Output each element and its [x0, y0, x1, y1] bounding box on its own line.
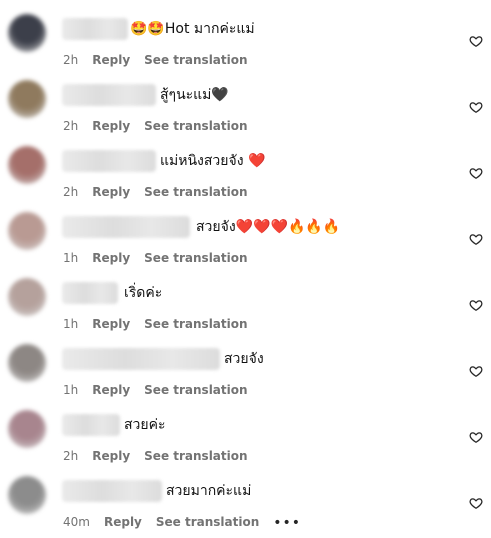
avatar[interactable] [8, 476, 46, 514]
comment-list: 🤩🤩Hot มากค่ะแม่ 2h Reply See translation ส… [0, 0, 491, 538]
avatar[interactable] [8, 80, 46, 118]
see-translation-button[interactable]: See translation [144, 184, 247, 200]
more-options-icon[interactable]: ••• [273, 516, 301, 530]
comment-meta: 1h Reply See translation [63, 250, 262, 266]
comment-text: สวยจัง [224, 351, 264, 367]
reply-button[interactable]: Reply [92, 382, 130, 398]
comment-meta: 40m Reply See translation ••• [63, 514, 315, 530]
username-blurred[interactable] [62, 84, 156, 106]
username-blurred[interactable] [62, 348, 220, 370]
comment-text: สวยมากค่ะแม่ [166, 483, 252, 499]
timestamp: 2h [63, 185, 79, 199]
username-blurred[interactable] [62, 414, 120, 436]
avatar[interactable] [8, 14, 46, 52]
heart-outline-icon[interactable] [469, 496, 483, 510]
comment-item: สู้ๆนะแม่🖤 2h Reply See translation [0, 74, 491, 140]
comment-meta: 1h Reply See translation [63, 316, 262, 332]
reply-button[interactable]: Reply [92, 316, 130, 332]
username-blurred[interactable] [62, 480, 162, 502]
heart-outline-icon[interactable] [469, 364, 483, 378]
reply-button[interactable]: Reply [92, 184, 130, 200]
username-blurred[interactable] [62, 18, 128, 40]
see-translation-button[interactable]: See translation [144, 118, 247, 134]
see-translation-button[interactable]: See translation [144, 250, 247, 266]
see-translation-button[interactable]: See translation [144, 52, 247, 68]
comment-text: สู้ๆนะแม่🖤 [160, 87, 229, 103]
comment-meta: 2h Reply See translation [63, 184, 262, 200]
comment-text: สวยค่ะ [124, 417, 166, 433]
comment-meta: 2h Reply See translation [63, 52, 262, 68]
username-blurred[interactable] [62, 150, 156, 172]
avatar[interactable] [8, 146, 46, 184]
see-translation-button[interactable]: See translation [156, 514, 259, 530]
avatar[interactable] [8, 410, 46, 448]
timestamp: 2h [63, 119, 79, 133]
heart-outline-icon[interactable] [469, 100, 483, 114]
reply-button[interactable]: Reply [104, 514, 142, 530]
reply-button[interactable]: Reply [92, 250, 130, 266]
timestamp: 1h [63, 383, 79, 397]
reply-button[interactable]: Reply [92, 448, 130, 464]
comment-item: 🤩🤩Hot มากค่ะแม่ 2h Reply See translation [0, 8, 491, 74]
comment-item: แม่หนิงสวยจัง ❤️ 2h Reply See translation [0, 140, 491, 206]
comment-item: สวยค่ะ 2h Reply See translation [0, 404, 491, 470]
comment-item: สวยจัง 1h Reply See translation [0, 338, 491, 404]
comment-meta: 2h Reply See translation [63, 118, 262, 134]
see-translation-button[interactable]: See translation [144, 382, 247, 398]
comment-text: แม่หนิงสวยจัง ❤️ [160, 153, 266, 169]
username-blurred[interactable] [62, 216, 190, 238]
heart-outline-icon[interactable] [469, 430, 483, 444]
avatar[interactable] [8, 344, 46, 382]
comment-item: สวยมากค่ะแม่ 40m Reply See translation ••• [0, 470, 491, 536]
comment-meta: 1h Reply See translation [63, 382, 262, 398]
comment-text: 🤩🤩Hot มากค่ะแม่ [130, 21, 255, 37]
heart-outline-icon[interactable] [469, 166, 483, 180]
avatar[interactable] [8, 212, 46, 250]
reply-button[interactable]: Reply [92, 118, 130, 134]
see-translation-button[interactable]: See translation [144, 316, 247, 332]
timestamp: 2h [63, 53, 79, 67]
see-translation-button[interactable]: See translation [144, 448, 247, 464]
reply-button[interactable]: Reply [92, 52, 130, 68]
username-blurred[interactable] [62, 282, 118, 304]
timestamp: 2h [63, 449, 79, 463]
heart-outline-icon[interactable] [469, 34, 483, 48]
comment-item: เริ่ดค่ะ 1h Reply See translation [0, 272, 491, 338]
comment-text: สวยจัง❤️❤️❤️🔥🔥🔥 [196, 219, 341, 235]
avatar[interactable] [8, 278, 46, 316]
comment-item: สวยจัง❤️❤️❤️🔥🔥🔥 1h Reply See translation [0, 206, 491, 272]
comment-text: เริ่ดค่ะ [124, 285, 163, 301]
heart-outline-icon[interactable] [469, 232, 483, 246]
timestamp: 1h [63, 251, 79, 265]
timestamp: 1h [63, 317, 79, 331]
comment-meta: 2h Reply See translation [63, 448, 262, 464]
timestamp: 40m [63, 515, 90, 529]
heart-outline-icon[interactable] [469, 298, 483, 312]
